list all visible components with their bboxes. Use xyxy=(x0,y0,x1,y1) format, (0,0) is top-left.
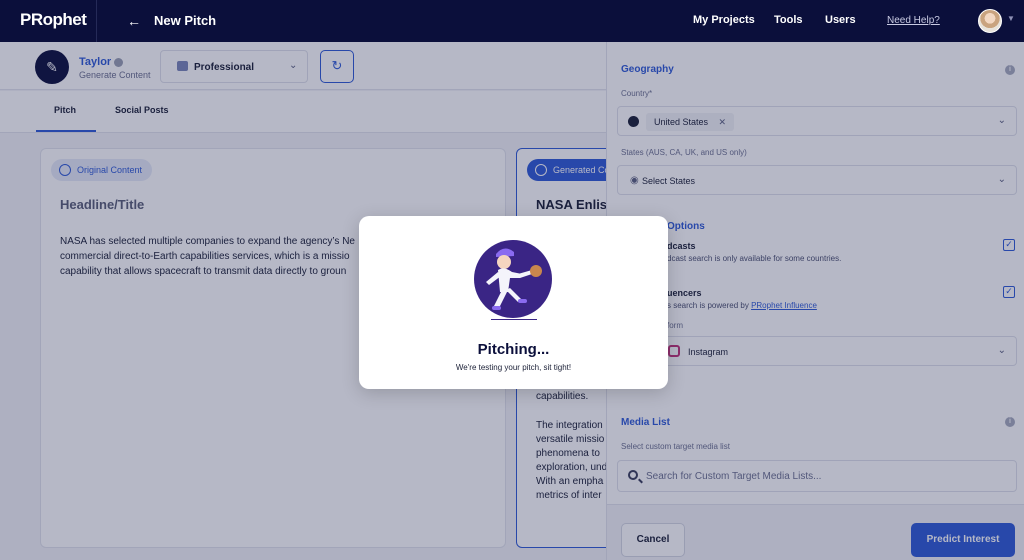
avatar[interactable] xyxy=(978,9,1002,33)
page-title: New Pitch xyxy=(154,13,217,28)
modal-title: Pitching... xyxy=(477,341,550,358)
ground-line xyxy=(491,319,537,320)
app-logo[interactable]: PRophet xyxy=(20,10,87,30)
baseball-pitcher-icon xyxy=(486,248,542,310)
nav-divider xyxy=(96,0,97,42)
nav-my-projects[interactable]: My Projects xyxy=(693,14,755,26)
pitcher-illustration xyxy=(474,240,552,318)
need-help-link[interactable]: Need Help? xyxy=(887,15,940,26)
modal-subtitle: We're testing your pitch, sit tight! xyxy=(455,363,572,372)
nav-users[interactable]: Users xyxy=(825,14,856,26)
top-nav: PRophet ← New Pitch My Projects Tools Us… xyxy=(0,0,1024,42)
chevron-down-icon[interactable]: ▼ xyxy=(1007,14,1015,23)
back-arrow-icon[interactable]: ← xyxy=(124,11,144,31)
pitching-modal: Pitching... We're testing your pitch, si… xyxy=(359,216,668,389)
nav-tools[interactable]: Tools xyxy=(774,14,803,26)
